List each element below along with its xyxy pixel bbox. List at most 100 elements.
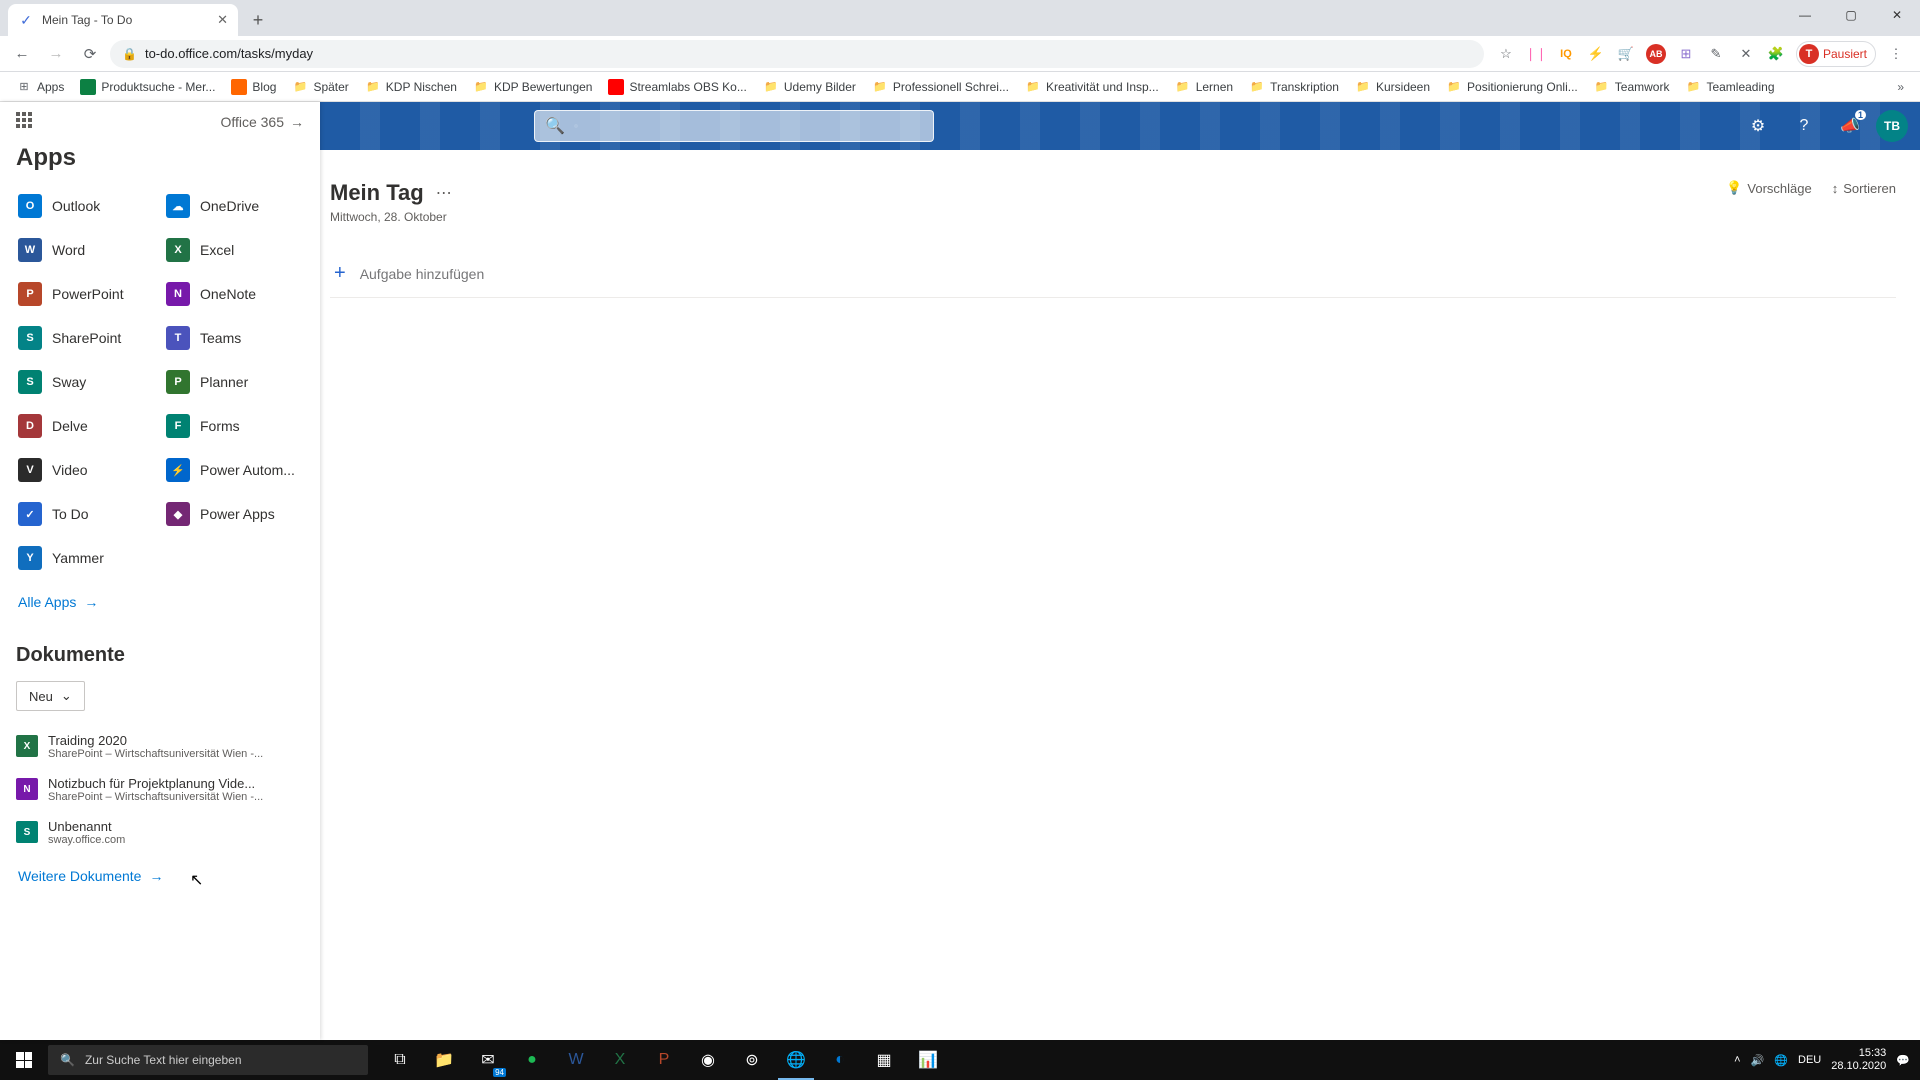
sort-button[interactable]: ↕Sortieren bbox=[1832, 180, 1896, 196]
app-item-word[interactable]: WWord bbox=[12, 228, 160, 272]
document-item[interactable]: NNotizbuch für Projektplanung Vide...Sha… bbox=[0, 768, 320, 811]
office365-link[interactable]: Office 365 → bbox=[220, 114, 304, 130]
bookmark-item[interactable]: Blog bbox=[225, 76, 282, 98]
settings-button[interactable]: ⚙ bbox=[1738, 106, 1778, 146]
clock[interactable]: 15:33 28.10.2020 bbox=[1831, 1047, 1886, 1073]
forward-button[interactable]: → bbox=[42, 40, 70, 68]
app-item-teams[interactable]: TTeams bbox=[160, 316, 308, 360]
close-window-button[interactable]: ✕ bbox=[1874, 0, 1920, 30]
extension-icon[interactable]: 🛒 bbox=[1616, 44, 1636, 64]
app-item-sway[interactable]: SSway bbox=[12, 360, 160, 404]
star-icon[interactable]: ☆ bbox=[1496, 44, 1516, 64]
reload-button[interactable]: ⟳ bbox=[76, 40, 104, 68]
extension-icon[interactable]: ✕ bbox=[1736, 44, 1756, 64]
volume-icon[interactable]: 🔊 bbox=[1751, 1054, 1765, 1067]
new-document-button[interactable]: Neu ⌄ bbox=[16, 681, 85, 711]
app-item-onenote[interactable]: NOneNote bbox=[160, 272, 308, 316]
suggestions-button[interactable]: 💡Vorschläge bbox=[1726, 180, 1812, 196]
help-button[interactable]: ? bbox=[1784, 106, 1824, 146]
extensions-puzzle-icon[interactable]: 🧩 bbox=[1766, 44, 1786, 64]
bookmark-item[interactable]: 📁KDP Bewertungen bbox=[467, 76, 599, 98]
powerpoint-button[interactable]: P bbox=[642, 1040, 686, 1080]
bookmark-item[interactable]: 📁Später bbox=[286, 76, 354, 98]
app-icon: P bbox=[166, 370, 190, 394]
edge-button[interactable]: ◐ bbox=[818, 1040, 862, 1080]
file-explorer-button[interactable]: 📁 bbox=[422, 1040, 466, 1080]
app-button[interactable]: ▦ bbox=[862, 1040, 906, 1080]
all-apps-link[interactable]: Alle Apps → bbox=[0, 580, 320, 624]
list-options-button[interactable]: ⋯ bbox=[436, 183, 452, 203]
excel-button[interactable]: X bbox=[598, 1040, 642, 1080]
extension-dropper-icon[interactable]: ✎ bbox=[1706, 44, 1726, 64]
app-label: Power Autom... bbox=[200, 462, 295, 478]
bookmark-item[interactable]: 📁KDP Nischen bbox=[359, 76, 463, 98]
extension-icon[interactable]: ⊞ bbox=[1676, 44, 1696, 64]
app-item-planner[interactable]: PPlanner bbox=[160, 360, 308, 404]
document-item[interactable]: SUnbenanntsway.office.com bbox=[0, 811, 320, 854]
bookmark-item[interactable]: ⊞Apps bbox=[10, 76, 70, 98]
profile-button[interactable]: T Pausiert bbox=[1796, 41, 1876, 67]
bookmark-item[interactable]: 📁Teamwork bbox=[1588, 76, 1676, 98]
app-item-to-do[interactable]: ✓To Do bbox=[12, 492, 160, 536]
bookmark-item[interactable]: 📁Lernen bbox=[1169, 76, 1239, 98]
start-button[interactable] bbox=[0, 1040, 48, 1080]
bookmark-item[interactable]: 📁Transkription bbox=[1243, 76, 1345, 98]
more-documents-link[interactable]: Weitere Dokumente → bbox=[0, 854, 320, 904]
adblock-icon[interactable]: AB bbox=[1646, 44, 1666, 64]
obs-button[interactable]: ⊚ bbox=[730, 1040, 774, 1080]
new-tab-button[interactable]: + bbox=[244, 6, 272, 34]
app-item-forms[interactable]: FForms bbox=[160, 404, 308, 448]
bookmark-item[interactable]: 📁Udemy Bilder bbox=[757, 76, 862, 98]
document-location: SharePoint – Wirtschaftsuniversität Wien… bbox=[48, 748, 263, 760]
minimize-button[interactable]: — bbox=[1782, 0, 1828, 30]
app-item-onedrive[interactable]: ☁OneDrive bbox=[160, 184, 308, 228]
app-item-yammer[interactable]: YYammer bbox=[12, 536, 160, 580]
account-avatar[interactable]: TB bbox=[1876, 110, 1908, 142]
document-item[interactable]: XTraiding 2020SharePoint – Wirtschaftsun… bbox=[0, 725, 320, 768]
app-item-power-apps[interactable]: ◆Power Apps bbox=[160, 492, 308, 536]
app-item-sharepoint[interactable]: SSharePoint bbox=[12, 316, 160, 360]
app-item-delve[interactable]: DDelve bbox=[12, 404, 160, 448]
bookmark-item[interactable]: 📁Kreativität und Insp... bbox=[1019, 76, 1165, 98]
bookmark-item[interactable]: 📁Teamleading bbox=[1679, 76, 1780, 98]
app-item-video[interactable]: VVideo bbox=[12, 448, 160, 492]
spotify-button[interactable]: ● bbox=[510, 1040, 554, 1080]
language-indicator[interactable]: DEU bbox=[1798, 1054, 1821, 1066]
app-item-excel[interactable]: XExcel bbox=[160, 228, 308, 272]
bookmark-label: Teamleading bbox=[1706, 80, 1774, 94]
app-button[interactable]: 📊 bbox=[906, 1040, 950, 1080]
app-icon: D bbox=[18, 414, 42, 438]
announcements-button[interactable]: 📣1 bbox=[1830, 106, 1870, 146]
action-center-icon[interactable]: 💬 bbox=[1896, 1054, 1910, 1067]
app-button[interactable]: ◉ bbox=[686, 1040, 730, 1080]
app-item-outlook[interactable]: OOutlook bbox=[12, 184, 160, 228]
chrome-menu-icon[interactable]: ⋮ bbox=[1886, 44, 1906, 64]
back-button[interactable]: ← bbox=[8, 40, 36, 68]
search-input[interactable]: 🔍 bbox=[534, 110, 934, 142]
bookmark-item[interactable]: Streamlabs OBS Ko... bbox=[602, 76, 752, 98]
word-button[interactable]: W bbox=[554, 1040, 598, 1080]
app-item-power-autom-[interactable]: ⚡Power Autom... bbox=[160, 448, 308, 492]
extension-icon[interactable]: ❘❘ bbox=[1526, 44, 1546, 64]
task-view-button[interactable]: ⧉ bbox=[378, 1040, 422, 1080]
maximize-button[interactable]: ▢ bbox=[1828, 0, 1874, 30]
taskbar-search-input[interactable]: 🔍 Zur Suche Text hier eingeben bbox=[48, 1045, 368, 1075]
close-tab-icon[interactable]: ✕ bbox=[217, 12, 228, 28]
bookmark-item[interactable]: Produktsuche - Mer... bbox=[74, 76, 221, 98]
waffle-icon[interactable] bbox=[16, 112, 36, 132]
chrome-button[interactable]: 🌐 bbox=[774, 1040, 818, 1080]
bookmark-item[interactable]: 📁Professionell Schrei... bbox=[866, 76, 1015, 98]
mail-button[interactable]: ✉94 bbox=[466, 1040, 510, 1080]
extension-bolt-icon[interactable]: ⚡ bbox=[1586, 44, 1606, 64]
bookmarks-overflow-icon[interactable]: » bbox=[1891, 80, 1910, 94]
address-bar[interactable]: 🔒 to-do.office.com/tasks/myday bbox=[110, 40, 1484, 68]
bookmark-item[interactable]: 📁Kursideen bbox=[1349, 76, 1436, 98]
tray-chevron-up-icon[interactable]: ˄ bbox=[1734, 1054, 1740, 1066]
bookmark-item[interactable]: 📁Positionierung Onli... bbox=[1440, 76, 1584, 98]
network-icon[interactable]: 🌐 bbox=[1774, 1054, 1788, 1067]
add-task-input[interactable]: + Aufgabe hinzufügen bbox=[330, 250, 1896, 298]
app-icon: N bbox=[166, 282, 190, 306]
extension-iq-icon[interactable]: IQ bbox=[1556, 44, 1576, 64]
app-item-powerpoint[interactable]: PPowerPoint bbox=[12, 272, 160, 316]
browser-tab[interactable]: ✓ Mein Tag - To Do ✕ bbox=[8, 4, 238, 36]
